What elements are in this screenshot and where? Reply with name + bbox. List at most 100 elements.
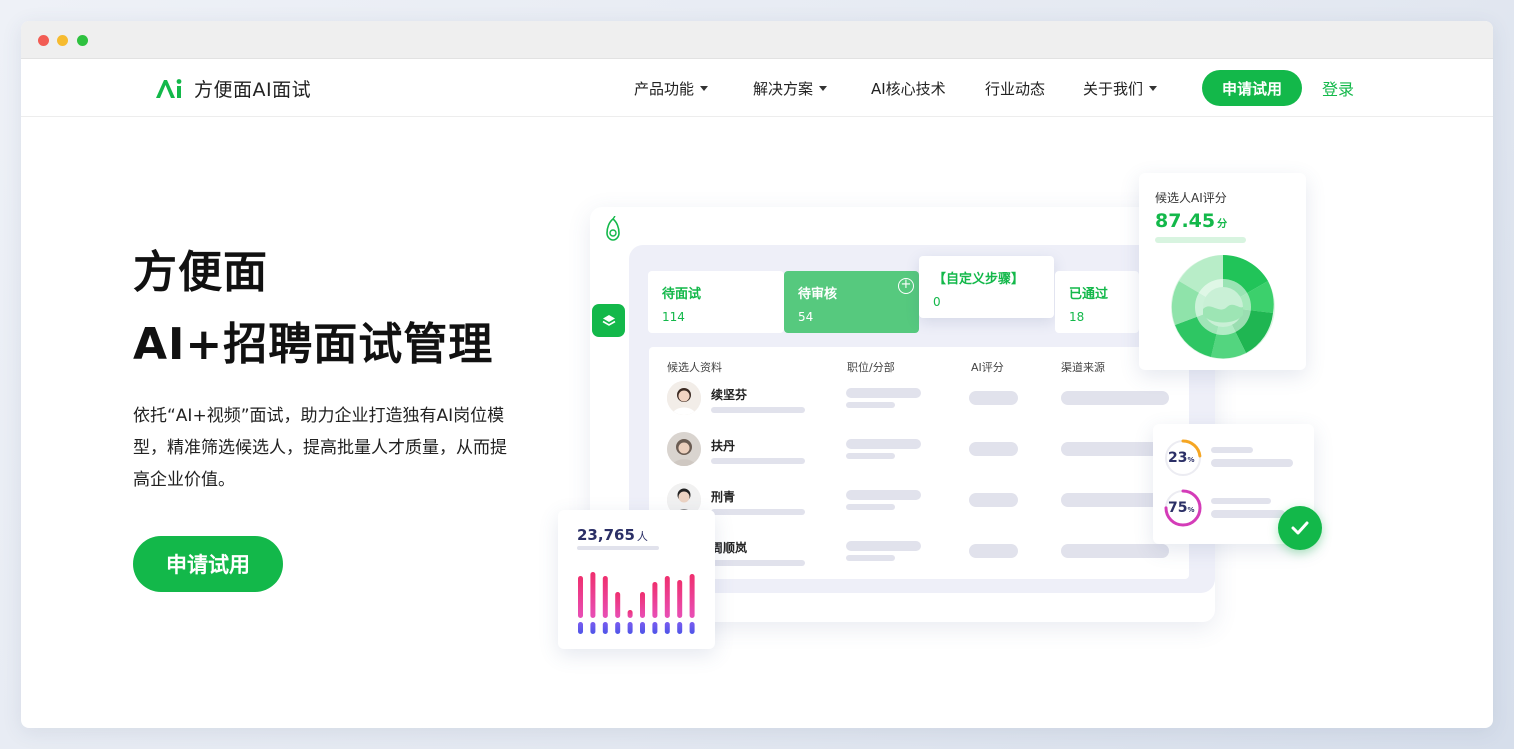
chart-bar-bottom [615, 622, 621, 634]
nav-item-label: 解决方案 [753, 79, 814, 98]
score-value: 87.45 分 [1155, 210, 1227, 232]
step-card-passed[interactable]: 已通过 18 [1055, 271, 1139, 333]
login-link[interactable]: 登录 [1322, 59, 1354, 117]
maximize-window-button[interactable] [77, 35, 88, 46]
placeholder-bar [846, 402, 895, 408]
percentage-unit: % [1187, 506, 1195, 514]
placeholder-bar [1211, 498, 1271, 504]
percentage-number: 75 [1168, 500, 1188, 516]
nav-item-about[interactable]: 关于我们 [1083, 59, 1158, 117]
placeholder-bar [1211, 447, 1253, 453]
chart-bar-top [689, 574, 695, 618]
chart-bar-bottom [689, 622, 695, 634]
placeholder-bar [846, 504, 895, 510]
close-window-button[interactable] [38, 35, 49, 46]
chart-bar-bottom [602, 622, 608, 634]
placeholder-bar [846, 541, 921, 551]
placeholder-bar [969, 493, 1018, 507]
hero-subtitle: AI+招聘面试管理 [133, 319, 494, 370]
avatar [667, 432, 701, 466]
percentage-value: 75% [1168, 500, 1195, 516]
placeholder-bar [846, 439, 921, 449]
step-count: 114 [662, 310, 685, 324]
table-header-position: 职位/分部 [847, 361, 895, 374]
top-navbar: 方便面AI面试 产品功能 解决方案 AI核心技术 行业动态 关于我们 申请试用 [21, 59, 1493, 117]
nav-item-label: 关于我们 [1083, 79, 1144, 98]
chart-bar-top [677, 580, 683, 618]
nav-item-solutions[interactable]: 解决方案 [753, 59, 828, 117]
caret-down-icon [819, 85, 828, 91]
placeholder-bar [846, 453, 895, 459]
candidate-name: 刑青 [711, 490, 736, 504]
score-bar [1155, 237, 1246, 243]
nav-item-products[interactable]: 产品功能 [634, 59, 709, 117]
placeholder-bar [711, 458, 805, 464]
candidate-count-unit: 人 [636, 530, 648, 543]
caret-down-icon [700, 85, 709, 91]
placeholder-bar [711, 509, 805, 515]
percentage-unit: % [1187, 456, 1195, 464]
chart-bar-bottom [652, 622, 658, 634]
step-count: 0 [933, 295, 941, 309]
step-card-pending-interview[interactable]: 待面试 114 [648, 271, 784, 333]
chart-bar-top [615, 592, 621, 618]
step-card-custom-step[interactable]: 【自定义步骤】 0 [919, 256, 1054, 318]
nav-item-news[interactable]: 行业动态 [985, 59, 1045, 117]
placeholder-bar [969, 391, 1018, 405]
step-label: 待审核 [798, 287, 838, 302]
avocado-icon [606, 216, 620, 241]
placeholder-bar [1061, 391, 1169, 405]
plus-circle-icon[interactable]: + [898, 278, 914, 294]
candidate-name: 续坚芬 [711, 388, 748, 402]
table-header-channel: 渠道来源 [1061, 361, 1105, 374]
nav-item-label: AI核心技术 [871, 79, 946, 98]
nav-item-label: 行业动态 [985, 79, 1046, 98]
brand-name: 方便面AI面试 [194, 79, 312, 101]
placeholder-bar [711, 407, 805, 413]
nav-item-label: 产品功能 [634, 79, 695, 98]
layers-icon[interactable] [592, 304, 625, 337]
chart-bar-bottom [590, 622, 596, 634]
hero-trial-button[interactable]: 申请试用 [133, 536, 283, 592]
bar-chart-graphic [578, 572, 695, 634]
step-label: 已通过 [1069, 287, 1109, 302]
chart-bar-bottom [627, 622, 633, 634]
placeholder-bar [846, 388, 921, 398]
score-card-title: 候选人AI评分 [1155, 191, 1227, 205]
hero-title: 方便面 [133, 247, 268, 298]
radial-score-chart [1171, 255, 1275, 359]
score-unit: 分 [1217, 219, 1228, 230]
ai-score-card: 候选人AI评分 87.45 分 [1139, 173, 1306, 370]
placeholder-bar [846, 490, 921, 500]
table-header-profile: 候选人资料 [667, 361, 722, 374]
percentage-value: 23% [1168, 450, 1195, 466]
table-header-ai-score: AI评分 [971, 361, 1004, 374]
chart-bar-top [652, 582, 658, 618]
window-titlebar [21, 21, 1493, 59]
hero-description: 依托“AI+视频”面试，助力企业打造独有AI岗位模型，精准筛选候选人，提高批量人… [133, 406, 507, 490]
placeholder-bar [1211, 459, 1293, 467]
chart-bar-bottom [677, 622, 683, 634]
chart-bar-top [578, 576, 583, 618]
candidate-name: 周顺岚 [711, 541, 748, 555]
score-number: 87.45 [1155, 210, 1216, 232]
minimize-window-button[interactable] [57, 35, 68, 46]
nav-item-ai-tech[interactable]: AI核心技术 [871, 59, 946, 117]
avatar [667, 381, 701, 415]
chart-bar-top [627, 610, 633, 618]
candidate-count-value: 23,765 人 [577, 526, 648, 544]
chart-bar-bottom [664, 622, 670, 634]
chart-bar-top [664, 576, 670, 618]
step-card-pending-review[interactable]: 待审核 54 + [784, 271, 919, 333]
candidate-count-card: 23,765 人 [558, 510, 715, 649]
chart-bar-bottom [640, 622, 645, 634]
placeholder-bar [969, 442, 1018, 456]
placeholder-bar [846, 555, 895, 561]
nav-trial-button[interactable]: 申请试用 [1202, 70, 1302, 106]
brand-logo[interactable]: 方便面AI面试 [154, 75, 311, 102]
placeholder-bar [1211, 510, 1285, 518]
chart-bar-top [602, 576, 608, 618]
step-label: 【自定义步骤】 [933, 272, 1025, 287]
candidate-count-number: 23,765 [577, 526, 635, 544]
stat-underline-bar [577, 546, 659, 550]
